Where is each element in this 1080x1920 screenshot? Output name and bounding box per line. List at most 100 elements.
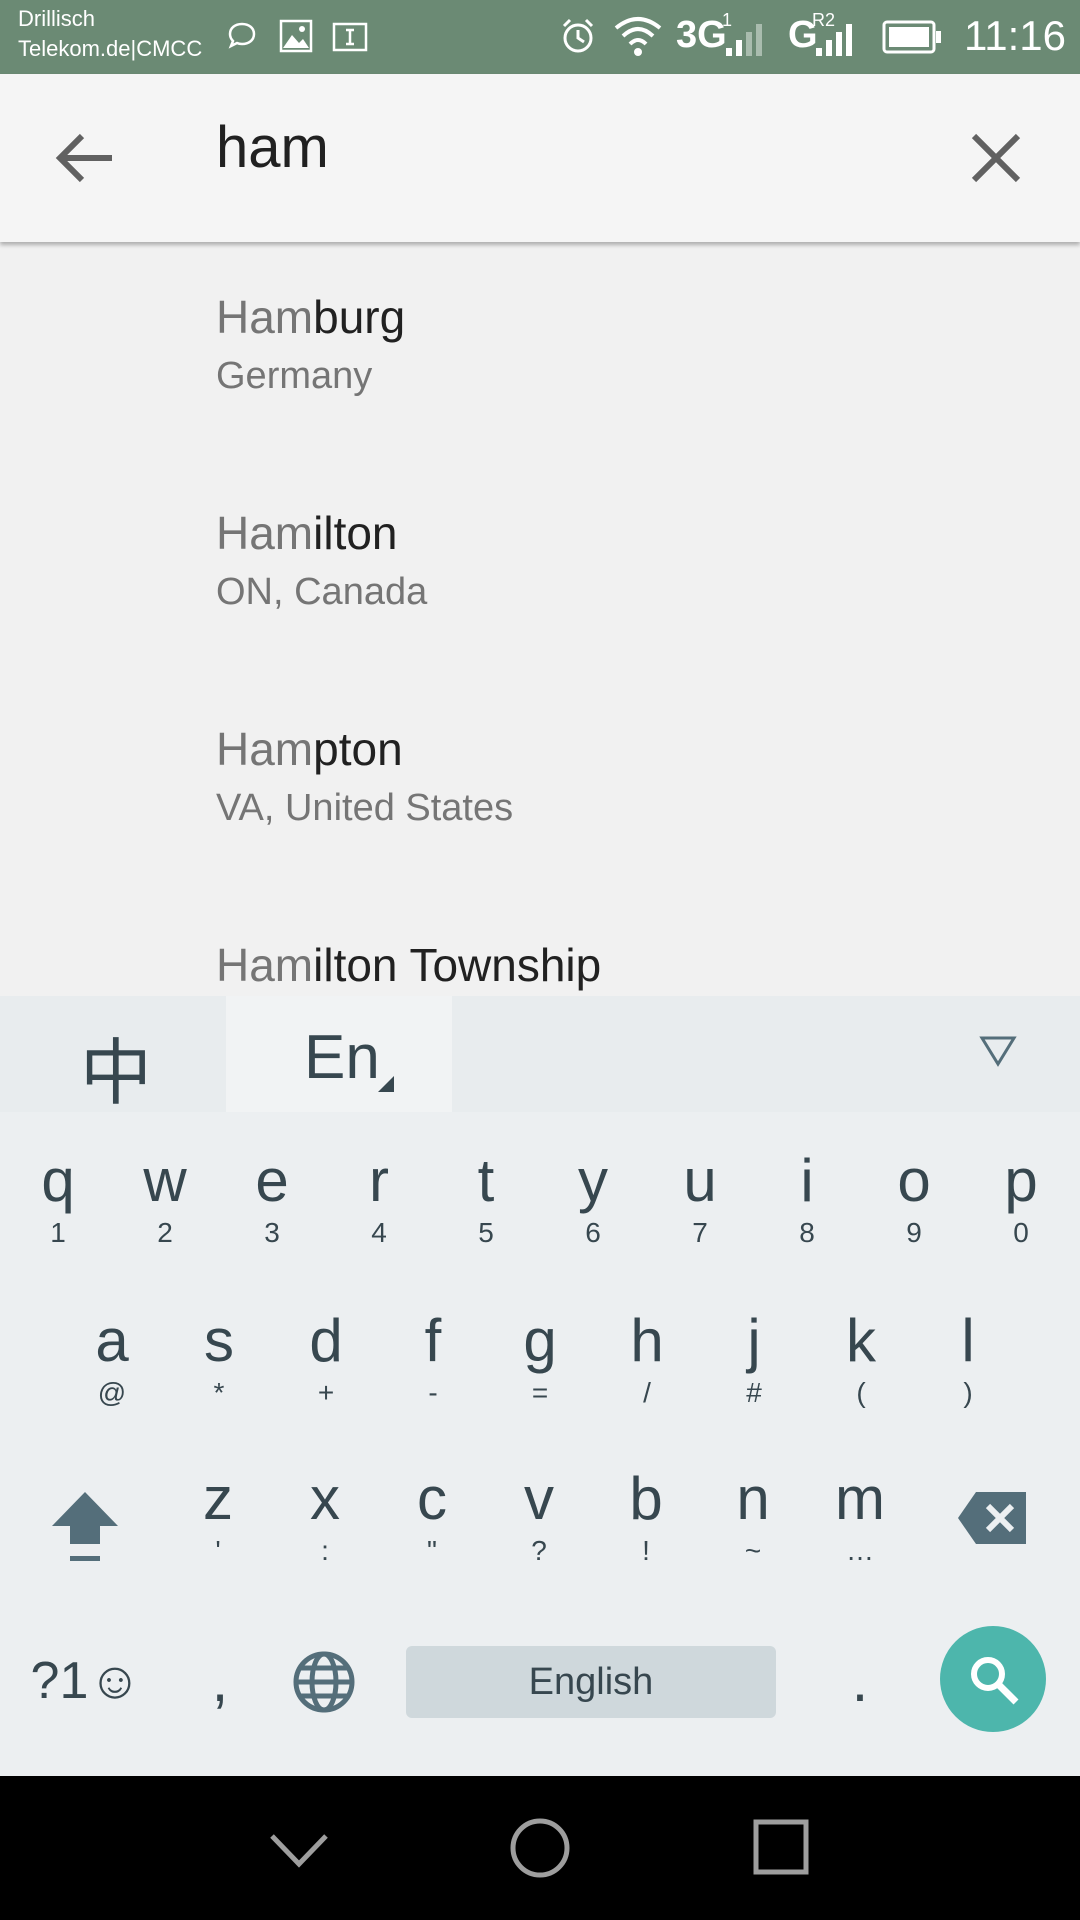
key-main-label: e (255, 1147, 289, 1214)
search-key[interactable] (940, 1626, 1046, 1732)
key-j[interactable]: j # (714, 1308, 794, 1408)
key-sub-label: 5 (478, 1217, 494, 1248)
nav-home-icon[interactable] (508, 1816, 572, 1880)
symbols-emoji-key[interactable]: ?1☺ (26, 1648, 146, 1714)
key-main-label: i (800, 1147, 814, 1214)
key-main-label: l (961, 1307, 975, 1374)
key-main-label: d (309, 1307, 343, 1374)
key-b[interactable]: b! (606, 1466, 686, 1566)
back-arrow-icon[interactable] (50, 126, 120, 190)
key-p[interactable]: p0 (981, 1148, 1061, 1248)
key-t[interactable]: t5 (446, 1148, 526, 1248)
key-w[interactable]: w2 (125, 1148, 205, 1248)
suggestion-rest: ilton Township (313, 939, 602, 991)
key-main-label: p (1004, 1147, 1038, 1214)
suggestion-match: Ham (216, 507, 314, 559)
key-y[interactable]: y6 (553, 1148, 633, 1248)
key-sub-label: 8 (799, 1217, 815, 1248)
key-q[interactable]: q1 (18, 1148, 98, 1248)
key-g[interactable]: g = (500, 1308, 580, 1408)
key-a[interactable]: a @ (72, 1308, 152, 1408)
key-v[interactable]: v? (499, 1466, 579, 1566)
search-bar (0, 74, 1080, 242)
key-k[interactable]: k( (821, 1308, 901, 1408)
key-main-label: k (846, 1307, 876, 1374)
key-f[interactable]: f- (393, 1308, 473, 1408)
key-main-label: x (310, 1465, 340, 1532)
key-main-label: q (41, 1147, 75, 1214)
key-main-label: o (897, 1147, 931, 1214)
key-m[interactable]: m… (820, 1466, 900, 1566)
key-sub-label: ( (856, 1377, 866, 1408)
key-h[interactable]: h / (607, 1308, 687, 1408)
nav-recents-icon[interactable] (752, 1818, 810, 1876)
key-sub-label: # (746, 1377, 762, 1408)
suggestion-list: Hamburg Germany Hamilton ON, Canada Hamp… (0, 246, 1080, 996)
navigation-bar (0, 1776, 1080, 1920)
key-e[interactable]: e3 (232, 1148, 312, 1248)
key-sub-label: ~ (744, 1535, 762, 1566)
key-sub-label: / (643, 1377, 651, 1408)
clear-icon[interactable] (964, 126, 1028, 190)
keyboard-language-bar: 中 En (0, 996, 1080, 1114)
language-chinese-button[interactable]: 中 (80, 1014, 152, 1119)
suggestion-name: Hamilton Township (216, 938, 601, 992)
comma-key[interactable]: , (180, 1648, 260, 1714)
keyboard: q1w2e3r4t5y6u7i8o9p0 a @ s * d + f - g = h / j # k(l) … (0, 1112, 1080, 1776)
key-main-label: y (578, 1147, 608, 1214)
globe-icon[interactable] (292, 1650, 356, 1714)
search-input[interactable] (216, 114, 916, 181)
key-o[interactable]: o9 (874, 1148, 954, 1248)
key-sub-label: ? (531, 1535, 547, 1566)
key-main-label: m (835, 1465, 885, 1532)
language-english-button[interactable]: En (226, 996, 452, 1112)
key-sub-label: 3 (264, 1217, 280, 1248)
image-icon (279, 19, 313, 53)
key-sub-label: 4 (371, 1217, 387, 1248)
suggestion-item-hamilton-township[interactable]: Hamilton Township (216, 938, 601, 992)
key-sub-label: 6 (585, 1217, 601, 1248)
wifi-icon (614, 17, 662, 56)
key-sub-label: 1 (50, 1217, 66, 1248)
key-s[interactable]: s * (179, 1308, 259, 1408)
key-x[interactable]: x: (285, 1466, 365, 1566)
key-sub-label: ! (642, 1535, 650, 1566)
suggestion-item-hamilton[interactable]: Hamilton ON, Canada (216, 506, 427, 614)
keyboard-collapse-icon[interactable] (978, 1034, 1018, 1068)
key-l[interactable]: l) (928, 1308, 1008, 1408)
period-key[interactable]: . (820, 1648, 900, 1714)
key-sub-label: + (317, 1377, 335, 1408)
suggestion-match: Ham (216, 291, 314, 343)
key-d[interactable]: d + (286, 1308, 366, 1408)
key-main-label: g (523, 1307, 557, 1374)
key-main-label: t (477, 1147, 495, 1214)
language-menu-corner-icon (378, 1076, 394, 1092)
key-sub-label: * (213, 1377, 225, 1408)
space-label: English (528, 1661, 654, 1703)
search-icon (971, 1657, 1019, 1705)
suggestion-name: Hampton (216, 722, 513, 776)
key-n[interactable]: n ~ (713, 1466, 793, 1566)
alarm-icon (562, 18, 594, 53)
backspace-icon[interactable] (956, 1490, 1030, 1546)
carrier-line-2: Telekom.de|CMCC (18, 36, 203, 61)
key-main-label: a (95, 1307, 129, 1374)
suggestion-item-hampton[interactable]: Hampton VA, United States (216, 722, 513, 830)
key-i[interactable]: i8 (767, 1148, 847, 1248)
key-main-label: r (369, 1147, 389, 1214)
key-u[interactable]: u7 (660, 1148, 740, 1248)
nav-back-icon[interactable] (266, 1828, 332, 1872)
key-c[interactable]: c " (392, 1466, 472, 1566)
key-sub-label: : (321, 1535, 329, 1566)
suggestion-subtitle: VA, United States (216, 787, 514, 829)
key-main-label: j (747, 1307, 761, 1374)
key-sub-label: @ (97, 1377, 127, 1408)
key-sub-label: " (427, 1535, 437, 1566)
key-z[interactable]: z ' (178, 1466, 258, 1566)
text-input-icon (332, 22, 368, 52)
key-r[interactable]: r4 (339, 1148, 419, 1248)
language-english-label: En (304, 1023, 380, 1092)
space-key[interactable]: English (406, 1646, 776, 1718)
shift-icon[interactable] (48, 1488, 122, 1568)
suggestion-item-hamburg[interactable]: Hamburg Germany (216, 290, 405, 398)
